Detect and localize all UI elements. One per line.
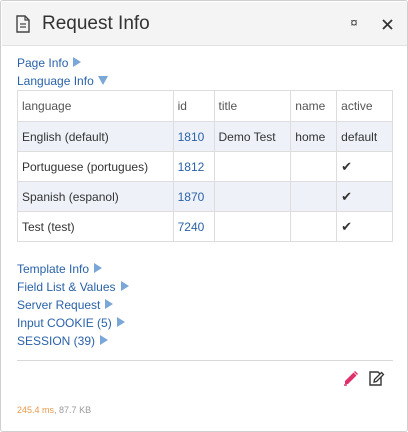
- col-header-active: active: [336, 90, 393, 122]
- expand-arrow-icon: [94, 263, 103, 273]
- footer-stats: 245.4 ms, 87.7 KB: [17, 405, 91, 415]
- page-size: 87.7 KB: [59, 405, 92, 415]
- document-icon: [16, 15, 30, 33]
- language-info-label: Language Info: [17, 74, 94, 88]
- request-info-panel: Request Info ¤ Page Info Language Info l…: [0, 0, 408, 432]
- collapse-arrow-icon: [97, 76, 108, 85]
- pin-icon[interactable]: ¤: [348, 16, 360, 29]
- input-cookie-label: Input COOKIE (5): [17, 316, 112, 330]
- cell-active-check: ✔: [336, 151, 393, 182]
- col-header-id: id: [172, 90, 215, 122]
- cell-active-check: ✔: [336, 211, 393, 242]
- expand-arrow-icon: [116, 317, 125, 327]
- template-info-link[interactable]: Template Info: [17, 262, 103, 276]
- table-row: Portuguese (portugues) 1812 ✔: [17, 151, 393, 182]
- cell-language: Spanish (espanol): [17, 181, 174, 212]
- render-time: 245.4 ms: [17, 405, 55, 415]
- close-icon[interactable]: [382, 19, 393, 30]
- table-row: Spanish (espanol) 1870 ✔: [17, 181, 393, 212]
- cell-name: [290, 181, 338, 212]
- cell-name: home: [290, 121, 338, 152]
- cell-id-link[interactable]: 1870: [172, 181, 215, 212]
- cell-title: [213, 151, 292, 182]
- page-title: Request Info: [42, 13, 150, 34]
- cell-id-link[interactable]: 1812: [172, 151, 215, 182]
- cell-id-link[interactable]: 1810: [172, 121, 215, 152]
- cell-active: default: [336, 121, 393, 152]
- cell-id-link[interactable]: 7240: [172, 211, 215, 242]
- table-header-row: language id title name active: [17, 90, 393, 122]
- session-label: SESSION (39): [17, 334, 96, 348]
- language-table: language id title name active English (d…: [17, 90, 393, 242]
- panel-header: Request Info ¤: [2, 2, 407, 46]
- language-info-link[interactable]: Language Info: [17, 74, 108, 88]
- page-info-label: Page Info: [17, 56, 69, 70]
- divider: [17, 360, 393, 361]
- page-info-link[interactable]: Page Info: [17, 56, 82, 70]
- pencil-icon[interactable]: [342, 370, 359, 387]
- expand-arrow-icon: [120, 281, 129, 291]
- expand-arrow-icon: [100, 335, 109, 345]
- table-row: Test (test) 7240 ✔: [17, 211, 393, 242]
- col-header-title: title: [213, 90, 292, 122]
- table-row: English (default) 1810 Demo Test home de…: [17, 121, 393, 152]
- cell-language: Test (test): [17, 211, 174, 242]
- cell-language: Portuguese (portugues): [17, 151, 174, 182]
- cell-name: [290, 151, 338, 182]
- cell-title: [213, 211, 292, 242]
- input-cookie-link[interactable]: Input COOKIE (5): [17, 316, 125, 330]
- session-link[interactable]: SESSION (39): [17, 334, 109, 348]
- template-info-label: Template Info: [17, 262, 90, 276]
- field-list-link[interactable]: Field List & Values: [17, 280, 129, 294]
- col-header-name: name: [290, 90, 338, 122]
- cell-title: [213, 181, 292, 212]
- field-list-label: Field List & Values: [17, 280, 116, 294]
- cell-title: Demo Test: [213, 121, 292, 152]
- cell-active-check: ✔: [336, 181, 393, 212]
- server-request-label: Server Request: [17, 298, 101, 312]
- expand-arrow-icon: [105, 299, 114, 309]
- expand-arrow-icon: [73, 57, 82, 67]
- cell-language: English (default): [17, 121, 174, 152]
- server-request-link[interactable]: Server Request: [17, 298, 114, 312]
- col-header-language: language: [17, 90, 174, 122]
- edit-document-icon[interactable]: [368, 370, 385, 387]
- cell-name: [290, 211, 338, 242]
